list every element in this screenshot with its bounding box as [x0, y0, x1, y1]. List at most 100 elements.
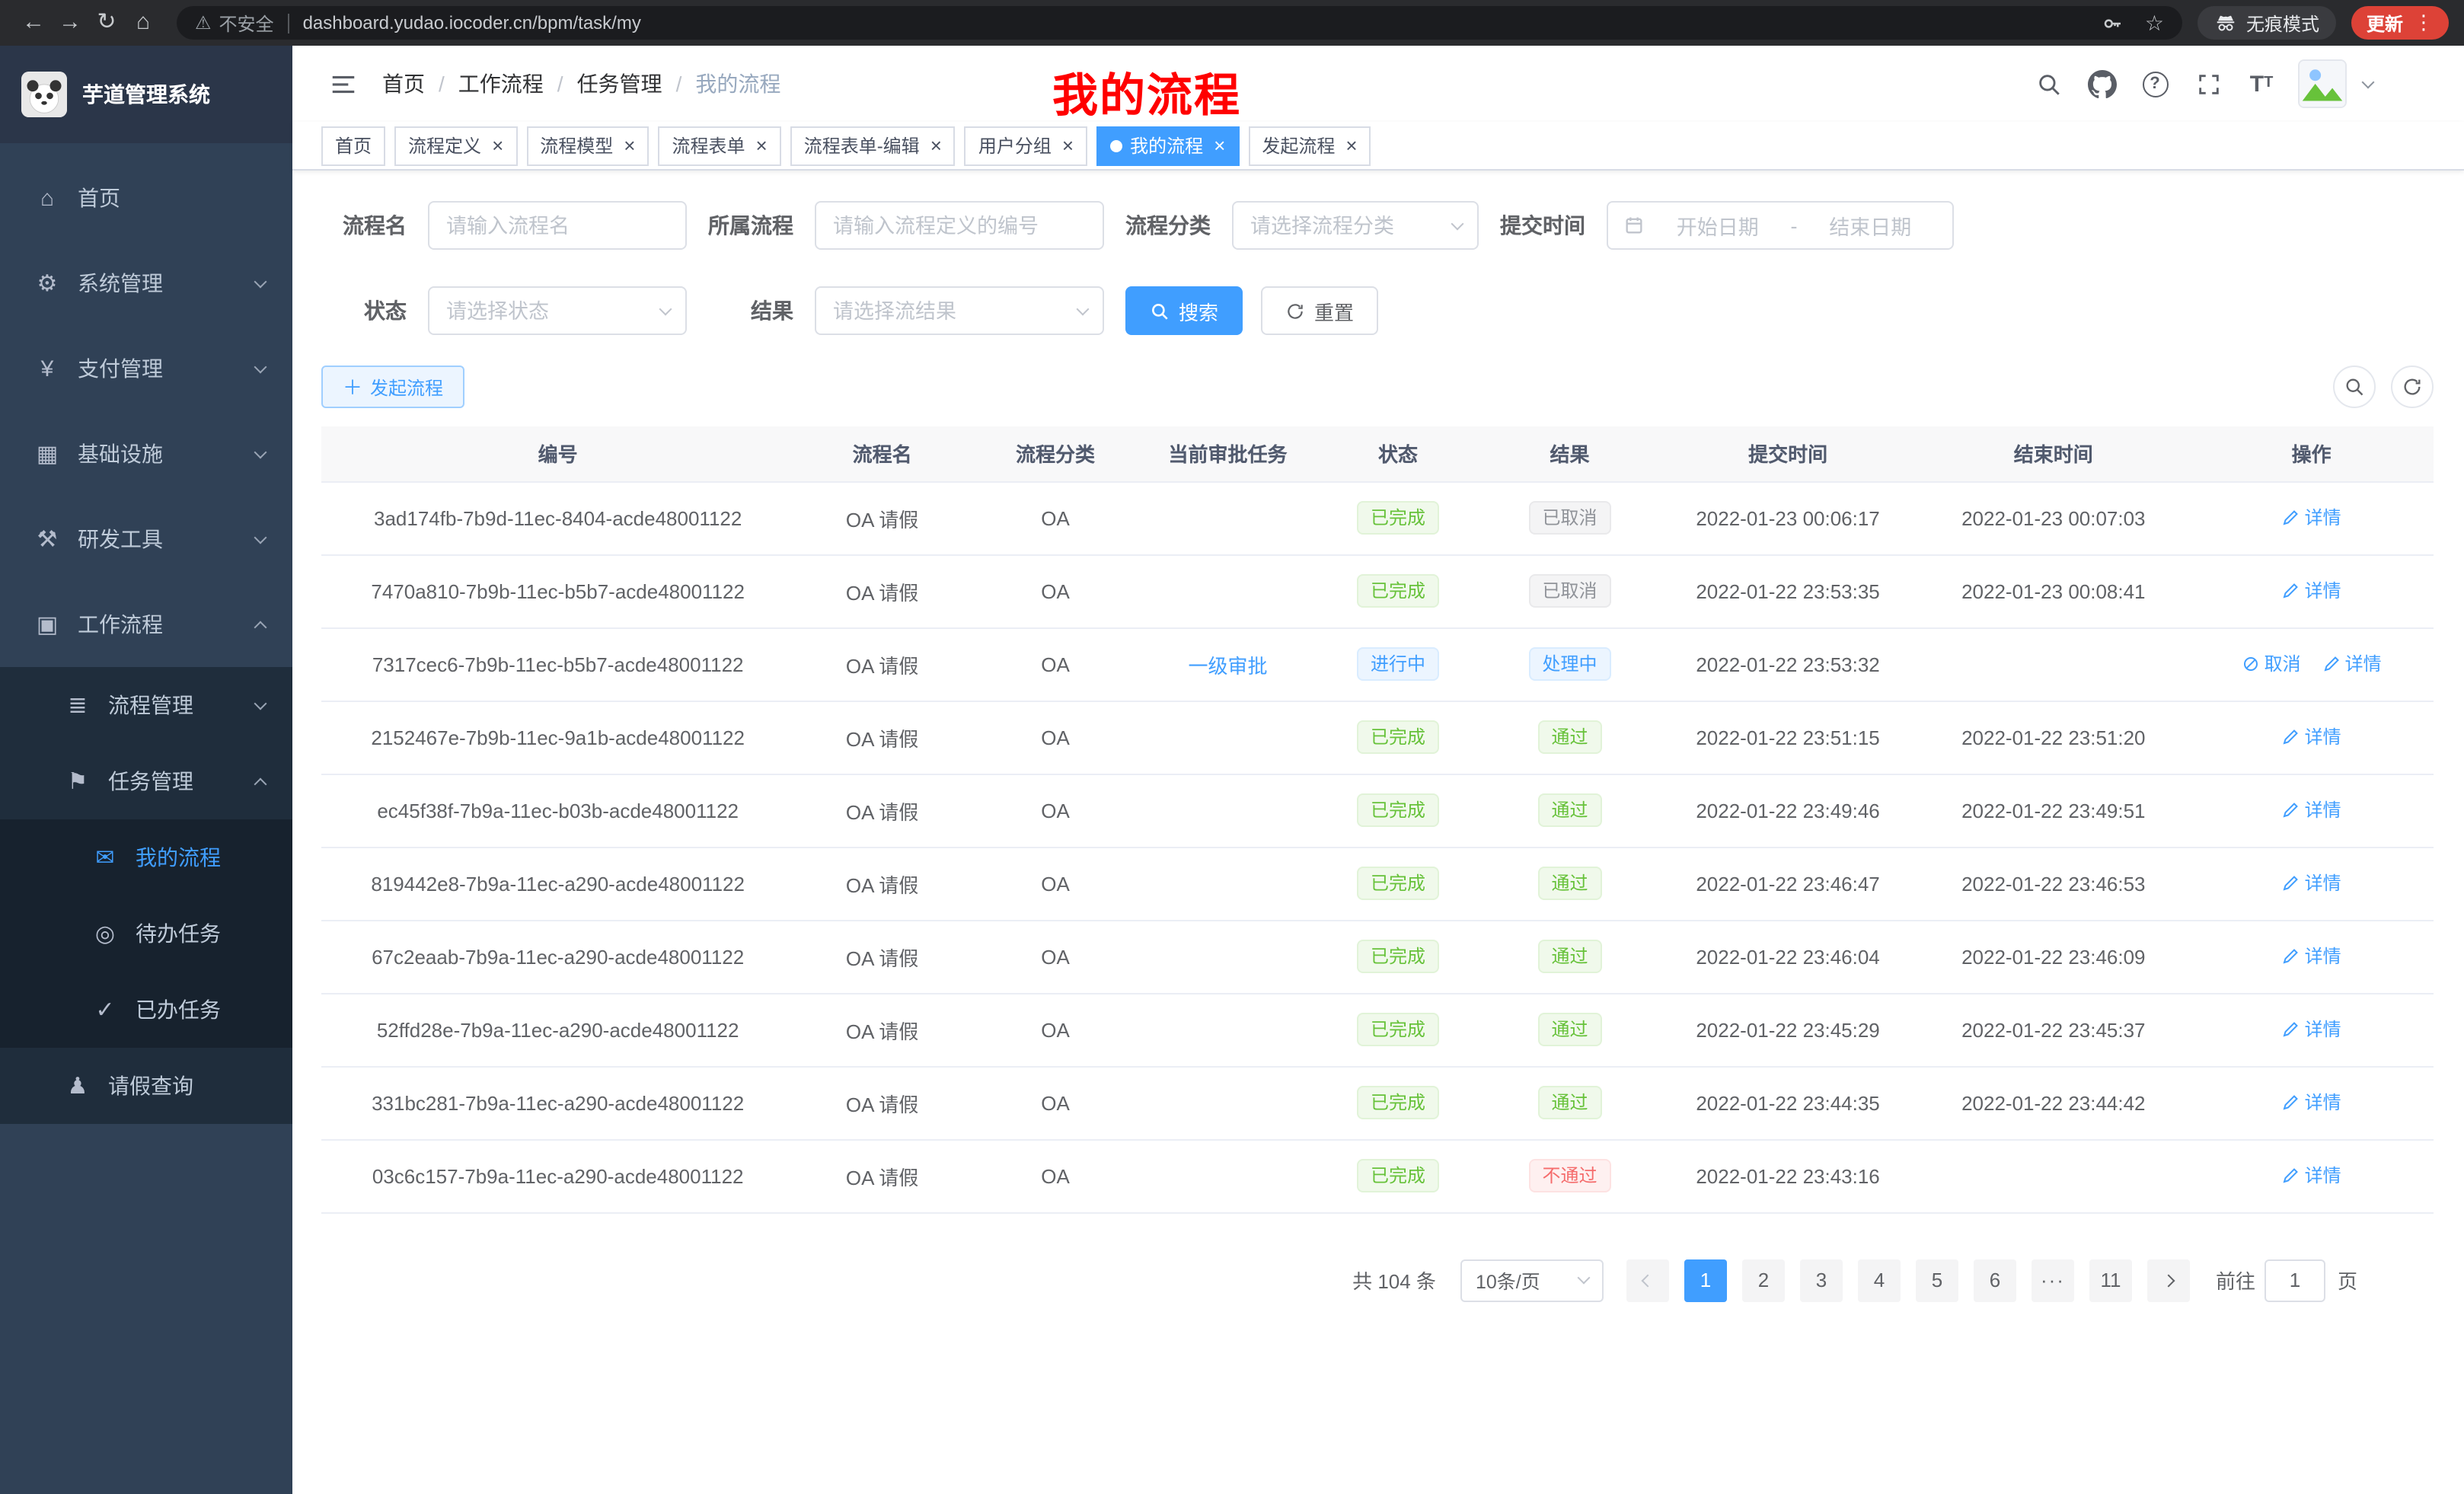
- result-label: 结果: [708, 295, 793, 326]
- status-select[interactable]: [428, 286, 687, 335]
- forward-icon[interactable]: →: [52, 0, 88, 46]
- close-tab-icon[interactable]: ×: [492, 136, 503, 155]
- breadcrumb-item[interactable]: 任务管理: [577, 69, 662, 99]
- detail-link[interactable]: 详情: [2282, 870, 2341, 896]
- current-task-link[interactable]: 一级审批: [1189, 654, 1268, 677]
- sidebar-item-done-tasks[interactable]: ✓已办任务: [0, 972, 292, 1048]
- breadcrumb-item[interactable]: 首页: [382, 69, 425, 99]
- close-tab-icon[interactable]: ×: [624, 136, 635, 155]
- page-number-button[interactable]: 3: [1800, 1259, 1843, 1301]
- cancel-link[interactable]: 取消: [2242, 651, 2301, 677]
- cell-current-task: 一级审批: [1141, 627, 1314, 701]
- sidebar-item-process-mgmt[interactable]: ≣流程管理: [0, 667, 292, 743]
- result-select[interactable]: [815, 286, 1104, 335]
- detail-link[interactable]: 详情: [2282, 578, 2341, 604]
- category-select[interactable]: [1232, 201, 1479, 250]
- detail-link[interactable]: 详情: [2282, 797, 2341, 823]
- reload-icon[interactable]: ↻: [88, 0, 125, 46]
- table-row: 331bc281-7b9a-11ec-a290-acde48001122OA 请…: [321, 1066, 2434, 1139]
- sidebar-item-dev-tools[interactable]: ⚒研发工具: [0, 496, 292, 582]
- breadcrumb-item[interactable]: 工作流程: [458, 69, 544, 99]
- page-number-button[interactable]: 5: [1916, 1259, 1958, 1301]
- table-row: 52ffd28e-7b9a-11ec-a290-acde48001122OA 请…: [321, 993, 2434, 1066]
- start-date-placeholder[interactable]: 开始日期: [1651, 210, 1785, 241]
- close-tab-icon[interactable]: ×: [1062, 136, 1074, 155]
- sidebar-item-infrastructure[interactable]: ▦基础设施: [0, 411, 292, 496]
- detail-link[interactable]: 详情: [2282, 1017, 2341, 1042]
- cell-current-task: [1141, 554, 1314, 627]
- page-size-select[interactable]: 10条/页: [1460, 1259, 1604, 1301]
- next-page-button[interactable]: [2147, 1259, 2190, 1301]
- detail-link[interactable]: 详情: [2282, 1090, 2341, 1116]
- github-icon[interactable]: [2085, 67, 2118, 101]
- close-tab-icon[interactable]: ×: [1345, 136, 1357, 155]
- close-tab-icon[interactable]: ×: [756, 136, 768, 155]
- page-number-button[interactable]: 1: [1684, 1259, 1727, 1301]
- create-process-button[interactable]: ＋ 发起流程: [321, 366, 464, 408]
- back-icon[interactable]: ←: [15, 0, 52, 46]
- parent-process-input[interactable]: [815, 201, 1104, 250]
- fullscreen-icon[interactable]: [2191, 67, 2225, 101]
- avatar-caret-icon[interactable]: [2362, 75, 2375, 88]
- reset-button[interactable]: 重置: [1261, 286, 1378, 335]
- password-key-icon[interactable]: [2102, 11, 2125, 34]
- page-number-button[interactable]: 2: [1742, 1259, 1785, 1301]
- detail-link[interactable]: 详情: [2322, 651, 2382, 677]
- detail-link[interactable]: 详情: [2282, 943, 2341, 969]
- toggle-search-button[interactable]: [2333, 366, 2376, 408]
- sidebar-item-payment-mgmt[interactable]: ¥支付管理: [0, 326, 292, 411]
- cell-submit-time: 2022-01-22 23:53:32: [1658, 627, 1918, 701]
- tab-item[interactable]: 发起流程×: [1248, 126, 1371, 165]
- sidebar-item-system-mgmt[interactable]: ⚙系统管理: [0, 241, 292, 326]
- tab-label: 我的流程: [1130, 132, 1203, 158]
- tab-item[interactable]: 我的流程 ×: [1096, 126, 1239, 165]
- security-label[interactable]: 不安全: [219, 10, 274, 36]
- sidebar-item-workflow[interactable]: ▣工作流程: [0, 582, 292, 667]
- sidebar-item-todo-tasks[interactable]: ◎待办任务: [0, 895, 292, 972]
- tab-item[interactable]: 流程表单-编辑×: [790, 126, 956, 165]
- detail-link[interactable]: 详情: [2282, 505, 2341, 531]
- search-icon[interactable]: [2032, 67, 2065, 101]
- prev-page-button[interactable]: [1626, 1259, 1669, 1301]
- tab-item[interactable]: 首页: [321, 126, 385, 165]
- refresh-table-button[interactable]: [2391, 366, 2434, 408]
- page-number-button[interactable]: 4: [1858, 1259, 1901, 1301]
- sidebar-item-home[interactable]: ⌂首页: [0, 155, 292, 241]
- bookmark-star-icon[interactable]: ☆: [2145, 10, 2164, 36]
- detail-link[interactable]: 详情: [2282, 724, 2341, 750]
- result-tag: 通过: [1537, 940, 1601, 973]
- update-button[interactable]: 更新 ⋮: [2351, 6, 2449, 40]
- font-size-icon[interactable]: TT: [2245, 67, 2278, 101]
- content-area: 首页/工作流程/任务管理/我的流程 我的流程 ? TT: [292, 46, 2464, 1494]
- help-icon[interactable]: ?: [2138, 67, 2172, 101]
- menu-dots-icon[interactable]: ⋮: [2414, 11, 2434, 35]
- sidebar-item-task-mgmt[interactable]: ⚑任务管理: [0, 743, 292, 819]
- page-number-button[interactable]: 11: [2089, 1259, 2132, 1301]
- process-name-input[interactable]: [428, 201, 687, 250]
- app-logo[interactable]: 芋道管理系统: [0, 46, 292, 143]
- sidebar-item-leave-query[interactable]: ♟请假查询: [0, 1048, 292, 1124]
- sidebar-item-my-process[interactable]: ✉我的流程: [0, 819, 292, 895]
- close-tab-icon[interactable]: ×: [1214, 136, 1225, 155]
- tab-item[interactable]: 流程定义×: [394, 126, 517, 165]
- check-icon: ✓: [88, 996, 122, 1023]
- user-avatar[interactable]: [2298, 59, 2347, 108]
- end-date-placeholder[interactable]: 结束日期: [1804, 210, 1938, 241]
- tab-item[interactable]: 流程模型×: [526, 126, 649, 165]
- url-text[interactable]: dashboard.yudao.iocoder.cn/bpm/task/my: [303, 12, 641, 34]
- tab-item[interactable]: 流程表单×: [658, 126, 780, 165]
- close-tab-icon[interactable]: ×: [930, 136, 942, 155]
- goto-page-input[interactable]: [2265, 1259, 2325, 1301]
- detail-link[interactable]: 详情: [2282, 1163, 2341, 1189]
- search-button[interactable]: 搜索: [1125, 286, 1243, 335]
- page-size-value: 10条/页: [1476, 1266, 1540, 1294]
- more-pages-icon[interactable]: ···: [2032, 1259, 2074, 1301]
- submit-time-range-picker[interactable]: 开始日期 - 结束日期: [1607, 201, 1954, 250]
- page-number-button[interactable]: 6: [1974, 1259, 2016, 1301]
- tab-item[interactable]: 用户分组×: [965, 126, 1087, 165]
- browser-home-icon[interactable]: ⌂: [125, 0, 161, 46]
- action-label: 详情: [2305, 797, 2341, 823]
- hamburger-icon[interactable]: [329, 69, 358, 98]
- table-row: 2152467e-7b9b-11ec-9a1b-acde48001122OA 请…: [321, 701, 2434, 774]
- address-bar[interactable]: ⚠ 不安全 dashboard.yudao.iocoder.cn/bpm/tas…: [177, 6, 2182, 40]
